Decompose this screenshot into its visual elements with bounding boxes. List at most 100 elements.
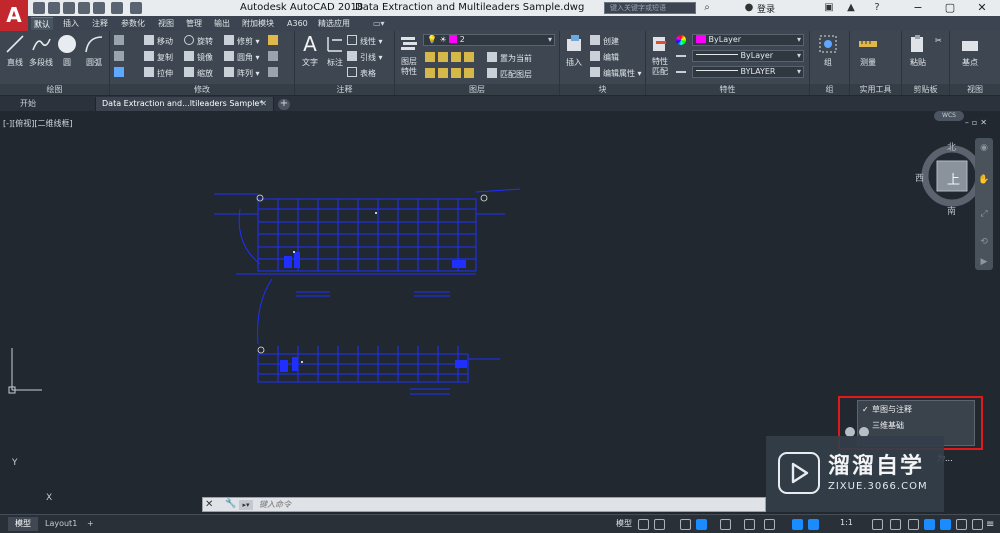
linear-dim-button[interactable]: 线性 ▾ — [347, 35, 383, 47]
zoom-extents-icon[interactable]: ⤢ — [978, 208, 990, 220]
auto-scale-icon[interactable] — [808, 519, 819, 530]
annotation-visibility-icon[interactable] — [792, 519, 803, 530]
add-layout-icon[interactable]: + — [84, 517, 97, 531]
tab-view[interactable]: 视图 — [155, 17, 177, 30]
erase-icon[interactable] — [268, 35, 281, 47]
binoculars-icon[interactable]: ⌕ — [700, 1, 714, 15]
osnap-icon[interactable] — [764, 519, 775, 530]
layer-tools-icon-2[interactable] — [425, 68, 477, 80]
make-current-button[interactable]: 置为当前 — [487, 52, 532, 64]
viewcube-south[interactable]: 南 — [947, 204, 956, 217]
linetype-dropdown[interactable]: ByLayer ▾ — [692, 50, 804, 62]
help-icon[interactable]: ? — [870, 1, 884, 15]
arc-button[interactable]: 圆弧 — [80, 33, 108, 68]
a360-icon[interactable]: ▲ — [844, 1, 858, 15]
tool-icon[interactable] — [114, 51, 127, 63]
table-button[interactable]: 表格 — [347, 67, 376, 79]
units-icon[interactable] — [908, 519, 919, 530]
tab-addins[interactable]: 附加模块 — [239, 17, 277, 30]
array-button[interactable]: 阵列 ▾ — [224, 67, 260, 79]
app-store-icon[interactable]: ▣ — [822, 1, 836, 15]
osnap-tracking-icon[interactable] — [744, 519, 755, 530]
paste-button[interactable]: 粘贴 — [904, 33, 932, 68]
group-button[interactable]: 组 — [814, 33, 842, 68]
recent-commands-button[interactable]: ▸▾ — [239, 500, 253, 510]
tab-start[interactable]: 开始 — [6, 97, 96, 111]
open-file-icon[interactable] — [48, 2, 60, 14]
tab-featured-apps[interactable]: 精选应用 — [315, 17, 353, 30]
tab-insert[interactable]: 插入 — [60, 17, 82, 30]
panel-title-layers[interactable]: 图层 — [395, 84, 559, 95]
customization-menu-icon[interactable]: ≡ — [986, 519, 997, 530]
create-block-button[interactable]: 创建 — [590, 35, 619, 47]
steering-wheel-icon[interactable]: ◉ — [978, 142, 990, 154]
wcs-menu[interactable]: WCS — [934, 111, 964, 121]
text-button[interactable]: A 文字 — [296, 33, 324, 68]
new-file-icon[interactable] — [33, 2, 45, 14]
close-tab-icon[interactable]: ✕ — [260, 97, 267, 111]
isodraft-icon[interactable] — [720, 519, 731, 530]
panel-title-utilities[interactable]: 实用工具 — [850, 84, 901, 95]
lineweight-dropdown[interactable]: BYLAYER ▾ — [692, 66, 804, 78]
circle-button[interactable]: 圆 — [53, 33, 81, 68]
tool-icon[interactable] — [114, 67, 127, 79]
annotation-scale[interactable]: 1:1 — [840, 518, 853, 527]
layer-dropdown[interactable]: 💡 ☀ 2 ▾ — [423, 34, 555, 46]
tab-a360[interactable]: A360 — [284, 17, 311, 30]
tab-home[interactable]: 默认 — [31, 17, 53, 30]
tab-model[interactable]: 模型 — [8, 517, 38, 531]
pan-icon[interactable]: ✋ — [978, 174, 990, 186]
undo-icon[interactable] — [111, 2, 123, 14]
edit-block-button[interactable]: 编辑 — [590, 51, 619, 63]
move-button[interactable]: 移动 — [144, 35, 173, 47]
save-icon[interactable] — [63, 2, 75, 14]
edit-attributes-button[interactable]: 编辑属性 ▾ — [590, 67, 642, 79]
polar-icon[interactable] — [696, 519, 707, 530]
fillet-button[interactable]: 圆角 ▾ — [224, 51, 260, 63]
line-button[interactable]: 直线 — [1, 33, 29, 68]
application-menu-button[interactable]: A — [0, 0, 28, 31]
tab-parametric[interactable]: 参数化 — [118, 17, 148, 30]
insert-block-button[interactable]: 插入 — [560, 33, 588, 68]
tab-output[interactable]: 输出 — [211, 17, 233, 30]
trim-button[interactable]: 修剪 ▾ — [224, 35, 260, 47]
explode-icon[interactable] — [268, 51, 281, 63]
viewcube-north[interactable]: 北 — [947, 140, 956, 153]
match-properties-button[interactable]: 特性 匹配 — [646, 33, 674, 77]
tab-drawing[interactable]: Data Extraction and...ltileaders Sample*… — [96, 97, 274, 111]
orbit-icon[interactable]: ⟲ — [978, 236, 990, 248]
clean-screen-icon[interactable] — [972, 519, 983, 530]
match-layer-button[interactable]: 匹配图层 — [487, 68, 532, 80]
viewcube-west[interactable]: 西 — [915, 171, 924, 184]
panel-title-view[interactable]: 视图 — [950, 84, 1000, 95]
color-wheel-icon[interactable] — [676, 35, 689, 47]
dimension-button[interactable]: 标注 — [321, 33, 349, 68]
graphics-performance-icon[interactable] — [956, 519, 967, 530]
quick-properties-icon[interactable] — [924, 519, 935, 530]
mirror-button[interactable]: 镜像 — [184, 51, 213, 63]
snap-icon[interactable] — [654, 519, 665, 530]
login-button[interactable]: 登录 — [757, 2, 775, 15]
new-tab-button[interactable]: + — [278, 99, 290, 110]
measure-button[interactable]: 测量 — [854, 33, 882, 68]
print-icon[interactable] — [93, 2, 105, 14]
redo-icon[interactable] — [130, 2, 142, 14]
rotate-button[interactable]: 旋转 — [184, 35, 213, 47]
leader-button[interactable]: 引线 ▾ — [347, 51, 383, 63]
panel-title-groups[interactable]: 组 — [810, 84, 849, 95]
close-button[interactable]: ✕ — [966, 0, 998, 16]
workspace-switch-icon[interactable] — [872, 519, 883, 530]
search-input[interactable]: 键入关键字或短语 — [604, 2, 696, 14]
tool-icon[interactable] — [114, 35, 127, 47]
panel-title-properties[interactable]: 特性 — [646, 84, 809, 95]
save-as-icon[interactable] — [78, 2, 90, 14]
annotation-monitor-icon[interactable] — [890, 519, 901, 530]
base-view-button[interactable]: 基点 — [956, 33, 984, 68]
model-space-button[interactable]: 模型 — [616, 518, 632, 529]
user-icon[interactable]: ● — [742, 1, 756, 15]
panel-title-modify[interactable]: 修改 — [110, 84, 294, 95]
panel-title-annotation[interactable]: 注释 — [295, 84, 394, 95]
tab-annotate[interactable]: 注释 — [89, 17, 111, 30]
grid-icon[interactable] — [638, 519, 649, 530]
customize-icon[interactable]: 🔧 — [225, 498, 236, 511]
